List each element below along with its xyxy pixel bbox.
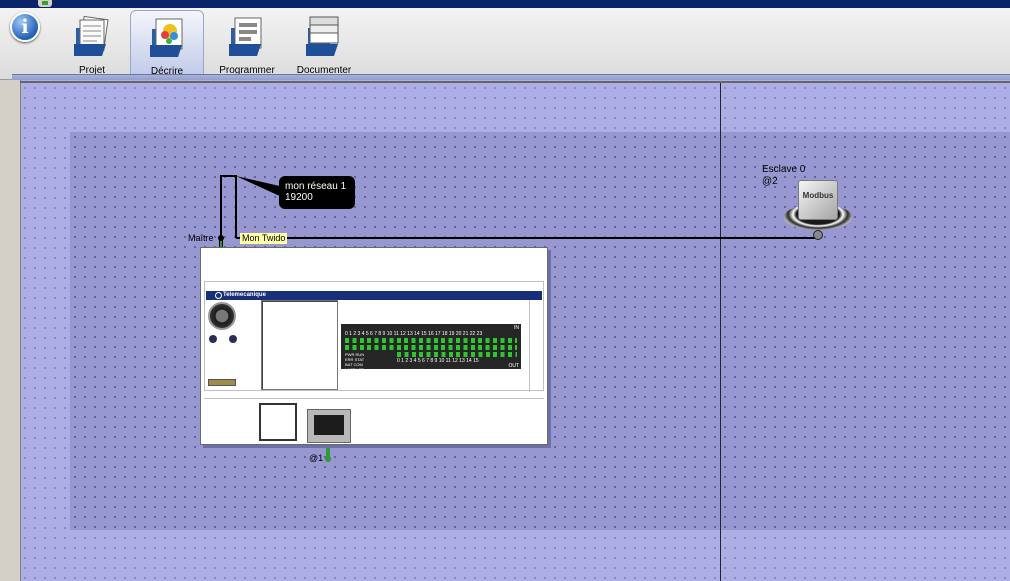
tab-programmer[interactable]: Programmer: [210, 10, 284, 78]
controller-address: @1: [309, 453, 324, 463]
controller-name-tag[interactable]: Mon Twido: [240, 233, 288, 244]
io-out-label: OUT: [508, 363, 519, 369]
status-led-labels: PWR RUN ERR STAT BAT COM LACT LST: [345, 352, 371, 372]
slave-name: Esclave 0: [762, 164, 806, 175]
brand-logo-icon: [215, 292, 222, 299]
cartridge-slot[interactable]: [261, 300, 338, 390]
port-led-left: [209, 335, 217, 343]
serial-port[interactable]: [208, 302, 236, 330]
modbus-connector[interactable]: [813, 230, 823, 240]
canvas-top-border: [20, 81, 1010, 83]
canvas-divider: [720, 83, 721, 581]
title-bar: [0, 0, 1010, 8]
network-name: mon réseau 1: [285, 181, 347, 192]
io-outputs: 0 1 2 3 4 5 6 7 8 9 10 11 12 13 14 15: [397, 358, 479, 364]
network-info-bubble[interactable]: mon réseau 1 19200: [279, 176, 355, 209]
document-icon: [306, 16, 339, 56]
led-label-lact: LACT: [345, 367, 356, 372]
plc-brand: Telemecanique: [223, 292, 266, 298]
tab-documenter[interactable]: Documenter: [287, 10, 361, 78]
output-leds: [397, 352, 517, 357]
input-leds: [345, 338, 517, 343]
modbus-slave-device[interactable]: Modbus: [782, 178, 854, 240]
port-led-right: [229, 335, 237, 343]
rj45-port[interactable]: [307, 409, 351, 443]
modbus-type: Modbus: [802, 191, 834, 200]
program-icon: [229, 17, 262, 56]
twido-controller[interactable]: Telemecanique IN 0 1 2 3 4 5 6 7 8 9 10 …: [200, 247, 548, 445]
display-slot[interactable]: [259, 403, 297, 441]
extension-connector: [208, 379, 236, 386]
main-toolbar: i Projet Décrire Programmer Documenter: [0, 8, 1010, 86]
plc-side-strip: [529, 300, 530, 392]
led-label-lst: LST: [356, 367, 364, 372]
slave-address: @2: [762, 176, 778, 187]
tab-decrire[interactable]: Décrire: [130, 10, 204, 82]
project-icon: [74, 15, 109, 56]
tab-projet[interactable]: Projet: [55, 10, 129, 78]
io-led-panel: IN 0 1 2 3 4 5 6 7 8 9 10 11 12 13 14 15…: [341, 324, 521, 372]
modbus-icon: [798, 180, 838, 220]
status-leds: [345, 345, 517, 350]
network-baud: 19200: [285, 192, 313, 203]
describe-icon: [150, 18, 183, 57]
io-inputs: 0 1 2 3 4 5 6 7 8 9 10 11 12 13 14 15 16…: [345, 331, 483, 337]
master-label: Maître: [188, 233, 214, 243]
app-icon: [38, 0, 52, 7]
plc-bottom-line: [204, 398, 544, 399]
info-icon[interactable]: i: [10, 12, 40, 42]
